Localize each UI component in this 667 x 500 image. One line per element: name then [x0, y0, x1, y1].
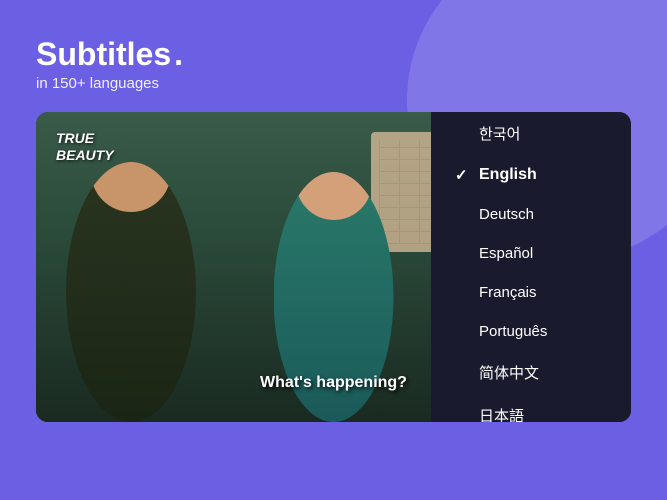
show-title: TrueBeauty: [56, 130, 114, 164]
language-label: 한국어: [479, 123, 520, 144]
video-player[interactable]: TrueBeauty What's happening? 한국어 ✓ English…: [36, 112, 631, 422]
language-option[interactable]: Français: [431, 273, 631, 312]
language-option[interactable]: 한국어: [431, 112, 631, 155]
page-subtitle: in 150+ languages: [36, 75, 631, 92]
header-section: Subtitles. in 150+ languages: [0, 0, 667, 112]
language-option[interactable]: Deutsch: [431, 195, 631, 234]
title-dot: .: [174, 36, 183, 73]
language-dropdown: 한국어 ✓ English Deutsch Español Français Portugu…: [431, 112, 631, 422]
language-label: 简体中文: [479, 362, 539, 383]
page-title: Subtitles.: [36, 36, 631, 73]
subtitle-caption: What's happening?: [260, 374, 407, 392]
language-label: 日本語: [479, 405, 524, 422]
language-label: Español: [479, 245, 533, 262]
language-label: Português: [479, 323, 547, 340]
language-label: Deutsch: [479, 206, 534, 223]
language-option[interactable]: ✓ English: [431, 155, 631, 195]
character-left: [66, 162, 196, 422]
checkmark-icon: ✓: [455, 166, 471, 184]
language-option[interactable]: Español: [431, 234, 631, 273]
title-text: Subtitles: [36, 36, 171, 73]
language-option[interactable]: 简体中文: [431, 351, 631, 394]
language-option[interactable]: 日本語: [431, 394, 631, 422]
language-label: Français: [479, 284, 537, 301]
language-option[interactable]: Português: [431, 312, 631, 351]
language-label: English: [479, 166, 537, 184]
